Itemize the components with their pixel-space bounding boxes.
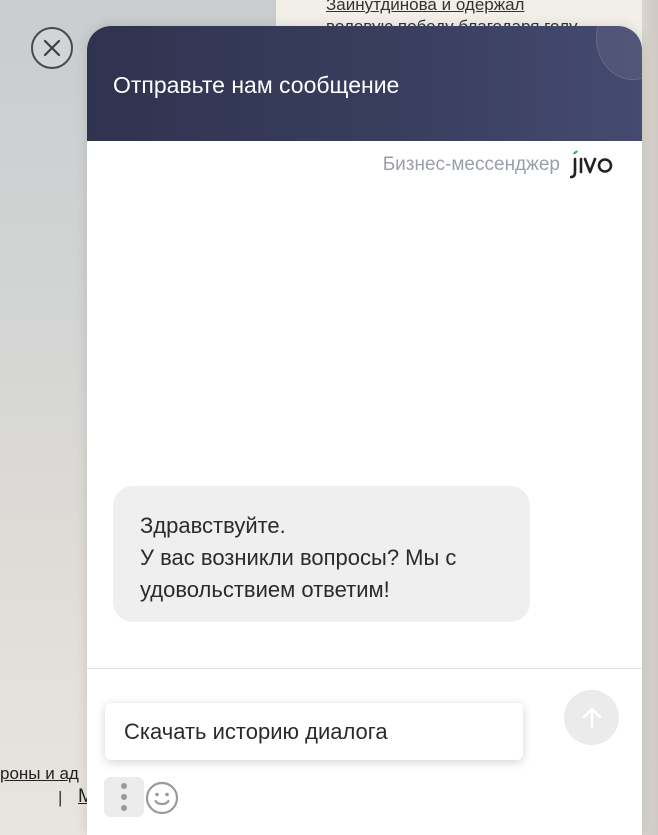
background-page-edge bbox=[642, 0, 658, 835]
emoji-button[interactable] bbox=[144, 780, 180, 816]
brand-credit[interactable]: Бизнес-мессенджер bbox=[383, 150, 614, 180]
input-divider bbox=[87, 668, 642, 669]
brand-label: Бизнес-мессенджер bbox=[382, 154, 560, 175]
more-vertical-icon-dot bbox=[121, 805, 127, 811]
greeting-line: У вас возникли вопросы? Мы с bbox=[140, 545, 457, 570]
greeting-line: Здравствуйте. bbox=[140, 513, 286, 538]
send-button[interactable] bbox=[564, 690, 619, 745]
greeting-line: удовольствием ответим! bbox=[140, 577, 390, 602]
chat-header: Отправьте нам сообщение bbox=[87, 26, 642, 141]
more-vertical-icon bbox=[121, 783, 127, 789]
smile-icon bbox=[145, 781, 179, 815]
header-decoration bbox=[596, 26, 642, 80]
close-icon bbox=[43, 39, 61, 57]
more-options-button[interactable] bbox=[104, 777, 144, 817]
background-footer-separator: | bbox=[58, 788, 63, 807]
arrow-up-icon bbox=[582, 707, 601, 728]
greeting-message: Здравствуйте. У вас возникли вопросы? Мы… bbox=[113, 486, 530, 622]
background-text-line[interactable]: Зайнутдинова и одержал bbox=[326, 0, 646, 16]
background-footer-link[interactable]: роны и ад bbox=[0, 764, 79, 784]
download-history-label: Скачать историю диалога bbox=[124, 718, 388, 744]
more-vertical-icon-dot bbox=[121, 794, 127, 800]
download-history-menu-item[interactable]: Скачать историю диалога bbox=[105, 703, 523, 760]
chat-title: Отправьте нам сообщение bbox=[113, 72, 400, 98]
chat-widget: Отправьте нам сообщение Бизнес-мессендже… bbox=[87, 26, 642, 835]
close-button[interactable] bbox=[31, 27, 73, 69]
jivo-logo bbox=[570, 150, 614, 180]
